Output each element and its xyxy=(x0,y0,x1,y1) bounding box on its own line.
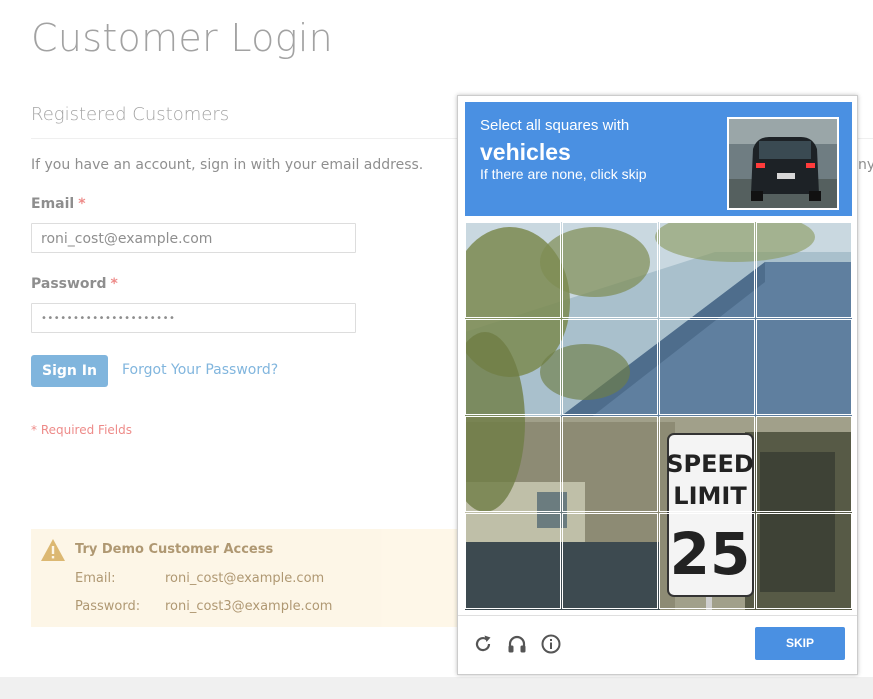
page-title: Customer Login xyxy=(31,16,334,60)
captcha-tile[interactable] xyxy=(562,416,658,512)
section-title: Registered Customers xyxy=(31,104,230,125)
captcha-instruction: Select all squares with xyxy=(480,117,630,134)
captcha-tile[interactable] xyxy=(756,513,852,609)
skip-button[interactable]: SKIP xyxy=(755,627,845,660)
captcha-image-grid: SPEED LIMIT 25 xyxy=(465,222,852,610)
captcha-tile[interactable] xyxy=(756,319,852,415)
demo-password-value: roni_cost3@example.com xyxy=(165,599,333,614)
intro-overflow-text: ny xyxy=(858,157,873,173)
captcha-tile[interactable] xyxy=(659,222,755,318)
intro-text: If you have an account, sign in with you… xyxy=(31,157,424,173)
captcha-tile[interactable] xyxy=(465,222,561,318)
required-star: * xyxy=(110,276,118,292)
required-star: * xyxy=(78,196,86,212)
demo-email-label: Email: xyxy=(75,571,116,586)
captcha-tile[interactable] xyxy=(562,222,658,318)
captcha-tile[interactable] xyxy=(465,513,561,609)
password-label: Password * xyxy=(31,276,118,292)
captcha-tile[interactable] xyxy=(659,513,755,609)
captcha-challenge: Select all squares with vehicles If ther… xyxy=(457,95,858,675)
captcha-sample-image xyxy=(727,117,839,210)
captcha-tile[interactable] xyxy=(562,513,658,609)
captcha-header: Select all squares with vehicles If ther… xyxy=(465,102,852,216)
audio-icon[interactable] xyxy=(506,633,528,655)
info-icon[interactable] xyxy=(540,633,562,655)
captcha-tile[interactable] xyxy=(465,416,561,512)
footer-strip xyxy=(0,677,873,699)
captcha-tile[interactable] xyxy=(756,416,852,512)
email-field[interactable]: roni_cost@example.com xyxy=(31,223,356,253)
required-fields-note: * Required Fields xyxy=(31,423,132,437)
password-field[interactable]: ••••••••••••••••••••• xyxy=(31,303,356,333)
reload-icon[interactable] xyxy=(472,633,494,655)
captcha-tile[interactable] xyxy=(562,319,658,415)
captcha-target: vehicles xyxy=(480,139,571,165)
demo-email-value: roni_cost@example.com xyxy=(165,571,325,586)
captcha-tile[interactable] xyxy=(756,222,852,318)
captcha-tile[interactable] xyxy=(659,319,755,415)
email-label: Email * xyxy=(31,196,86,212)
captcha-tile[interactable] xyxy=(659,416,755,512)
demo-access-notice: Try Demo Customer Access Email: roni_cos… xyxy=(31,529,471,627)
captcha-subtext: If there are none, click skip xyxy=(480,166,647,182)
forgot-password-link[interactable]: Forgot Your Password? xyxy=(122,362,278,378)
demo-title: Try Demo Customer Access xyxy=(75,542,274,557)
warning-icon xyxy=(41,539,65,561)
sign-in-button[interactable]: Sign In xyxy=(31,355,108,387)
captcha-tile[interactable] xyxy=(465,319,561,415)
captcha-footer-divider xyxy=(458,615,857,616)
demo-password-label: Password: xyxy=(75,599,141,614)
